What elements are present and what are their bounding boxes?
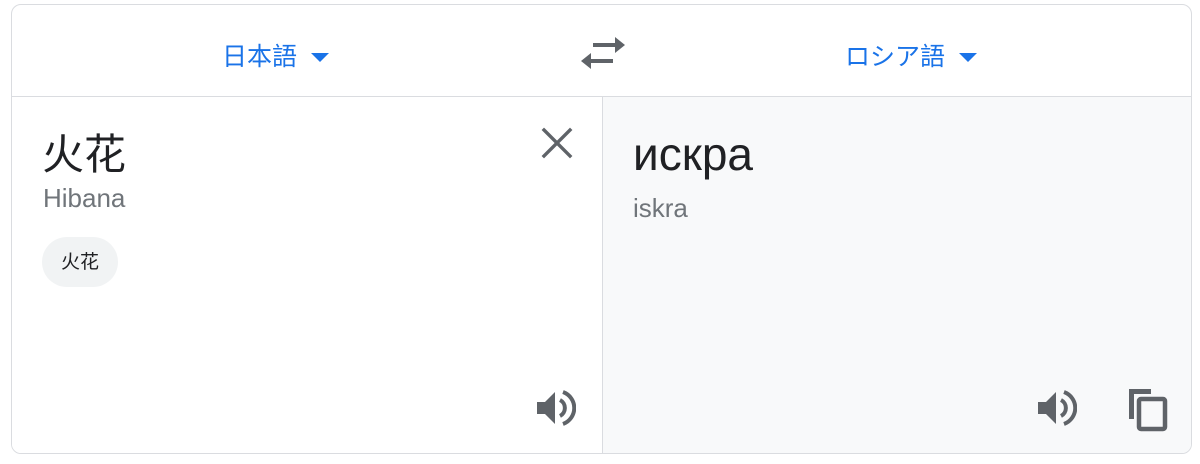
suggestion-chip[interactable]: 火花	[42, 237, 119, 287]
target-language-label: ロシア語	[845, 42, 946, 71]
caret-down-icon	[311, 52, 330, 62]
swap-arrows-icon[interactable]	[581, 33, 625, 73]
target-romanization: iskra	[633, 193, 688, 223]
target-pane: искра iskra	[602, 97, 1191, 453]
source-romanization: Hibana	[43, 183, 126, 213]
translated-text: искра	[633, 128, 753, 180]
close-icon[interactable]	[539, 125, 575, 161]
source-language-selector[interactable]: 日本語	[222, 37, 330, 73]
target-language-selector[interactable]: ロシア語	[845, 37, 978, 73]
source-text[interactable]: 火花	[42, 121, 126, 182]
speaker-icon[interactable]	[1035, 387, 1077, 429]
source-language-label: 日本語	[222, 42, 298, 71]
copy-icon[interactable]	[1125, 385, 1169, 433]
translate-card: 日本語 ロシア語 火花 Hibana 火花 искра iskra	[11, 4, 1192, 454]
caret-down-icon	[959, 52, 978, 62]
language-bar: 日本語 ロシア語	[12, 5, 1191, 97]
source-pane: 火花 Hibana 火花	[12, 97, 601, 453]
speaker-icon[interactable]	[534, 387, 576, 429]
